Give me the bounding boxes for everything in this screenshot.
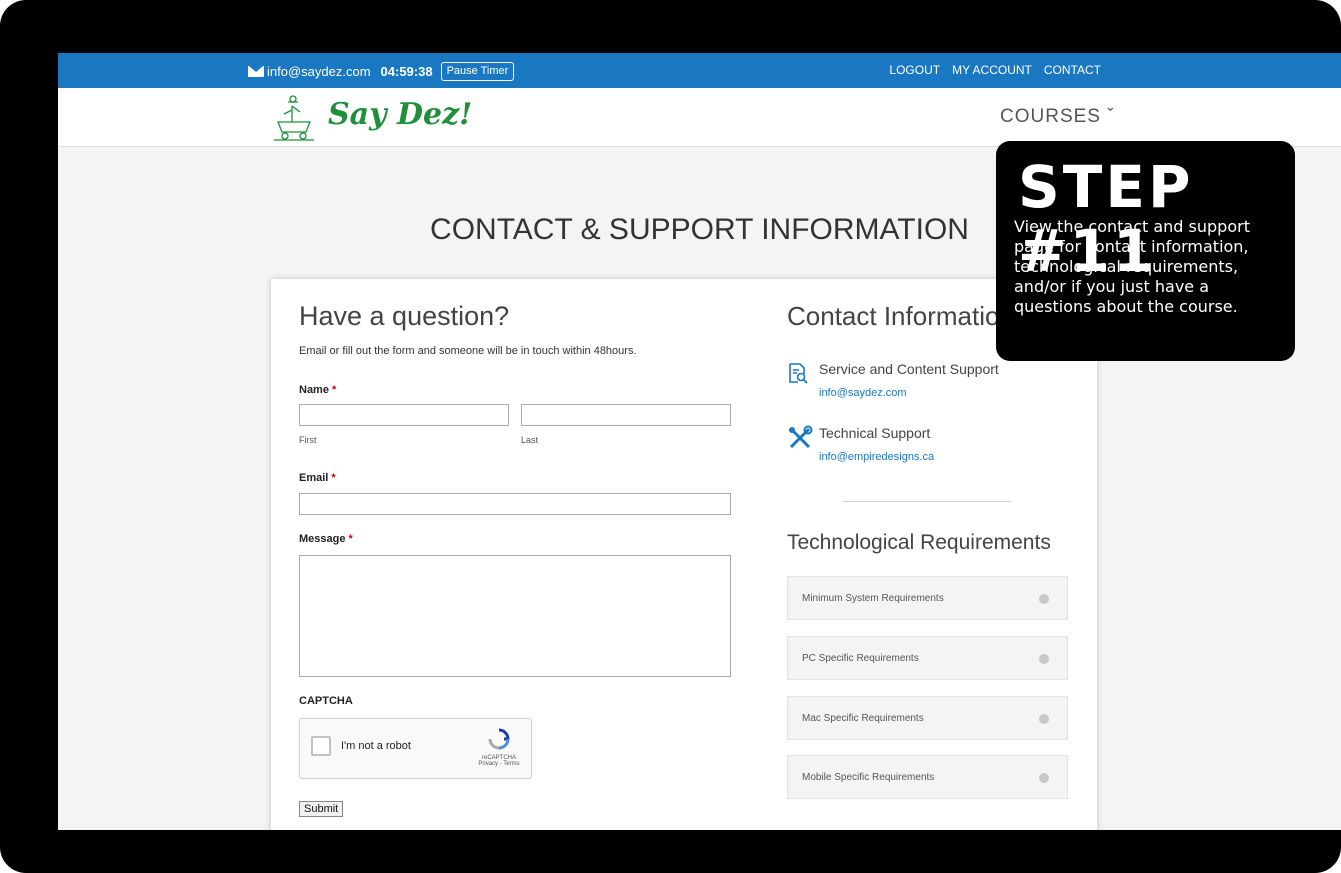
- service-support-title: Service and Content Support: [819, 361, 999, 377]
- message-field[interactable]: [299, 555, 731, 677]
- courses-menu[interactable]: COURSES ˇ: [1000, 106, 1115, 128]
- technical-support-email[interactable]: info@empiredesigns.ca: [819, 451, 934, 463]
- name-label: Name *: [299, 384, 337, 396]
- document-search-icon: [789, 363, 808, 384]
- expand-icon: [1039, 773, 1049, 783]
- top-email-link[interactable]: info@saydez.com: [267, 64, 371, 79]
- contact-link[interactable]: CONTACT: [1044, 63, 1101, 77]
- form-title: Have a question?: [299, 301, 510, 331]
- first-name-field[interactable]: [299, 404, 509, 426]
- divider: [843, 501, 1011, 502]
- top-bar: info@saydez.com 04:59:38 Pause Timer LOG…: [58, 53, 1341, 88]
- expand-icon: [1039, 654, 1049, 664]
- recaptcha-brand: reCAPTCHA Privacy - Terms: [478, 728, 520, 767]
- device-frame: info@saydez.com 04:59:38 Pause Timer LOG…: [0, 0, 1341, 873]
- svg-text:Say Dez!: Say Dez!: [328, 97, 472, 132]
- service-support-email[interactable]: info@saydez.com: [819, 387, 907, 399]
- expand-icon: [1039, 594, 1049, 604]
- tools-icon: [789, 425, 813, 449]
- submit-button[interactable]: Submit: [299, 801, 344, 817]
- site-header: Say Dez! COURSES ˇ: [58, 88, 1341, 147]
- accordion-pc-requirements[interactable]: PC Specific Requirements: [787, 636, 1068, 680]
- first-sublabel: First: [299, 435, 317, 445]
- envelope-icon: [248, 66, 264, 77]
- expand-icon: [1039, 714, 1049, 724]
- my-account-link[interactable]: MY ACCOUNT: [952, 63, 1032, 77]
- technical-support-title: Technical Support: [819, 425, 931, 441]
- say-dez-logo[interactable]: Say Dez!: [270, 92, 520, 144]
- step-callout: STEP #11 View the contact and support pa…: [996, 141, 1295, 361]
- step-description: View the contact and support page for co…: [1014, 217, 1250, 316]
- email-field[interactable]: [299, 493, 731, 515]
- contact-card: Have a question? Email or fill out the f…: [271, 279, 1097, 830]
- top-nav: LOGOUT MY ACCOUNT CONTACT: [889, 63, 1101, 77]
- contact-info-title: Contact Information: [787, 301, 1014, 331]
- top-bar-left: info@saydez.com 04:59:38 Pause Timer: [248, 62, 515, 81]
- accordion-label: Mobile Specific Requirements: [802, 772, 935, 783]
- accordion-label: Minimum System Requirements: [802, 593, 944, 604]
- tech-requirements-title: Technological Requirements: [787, 531, 1051, 554]
- message-label: Message *: [299, 533, 353, 545]
- logout-link[interactable]: LOGOUT: [889, 63, 940, 77]
- required-mark: *: [332, 384, 337, 396]
- last-name-field[interactable]: [521, 404, 731, 426]
- captcha-label: CAPTCHA: [299, 695, 353, 707]
- recaptcha-links[interactable]: Privacy - Terms: [478, 761, 520, 767]
- accordion-mobile-requirements[interactable]: Mobile Specific Requirements: [787, 755, 1068, 799]
- email-label: Email *: [299, 472, 336, 484]
- recaptcha-label: I'm not a robot: [341, 740, 411, 752]
- accordion-mac-requirements[interactable]: Mac Specific Requirements: [787, 696, 1068, 740]
- accordion-minimum-requirements[interactable]: Minimum System Requirements: [787, 576, 1068, 620]
- pause-timer-button[interactable]: Pause Timer: [440, 62, 515, 81]
- recaptcha-icon: [488, 728, 510, 750]
- recaptcha-checkbox[interactable]: [311, 736, 331, 756]
- mascot-icon: [274, 95, 314, 141]
- required-mark: *: [331, 472, 336, 484]
- required-mark: *: [348, 533, 353, 545]
- last-sublabel: Last: [521, 435, 539, 445]
- recaptcha-widget: I'm not a robot reCAPTCHA Privacy - Term…: [299, 718, 532, 779]
- form-subtitle: Email or fill out the form and someone w…: [299, 345, 637, 357]
- countdown-timer: 04:59:38: [380, 64, 433, 79]
- accordion-label: PC Specific Requirements: [802, 653, 919, 664]
- accordion-label: Mac Specific Requirements: [802, 713, 924, 724]
